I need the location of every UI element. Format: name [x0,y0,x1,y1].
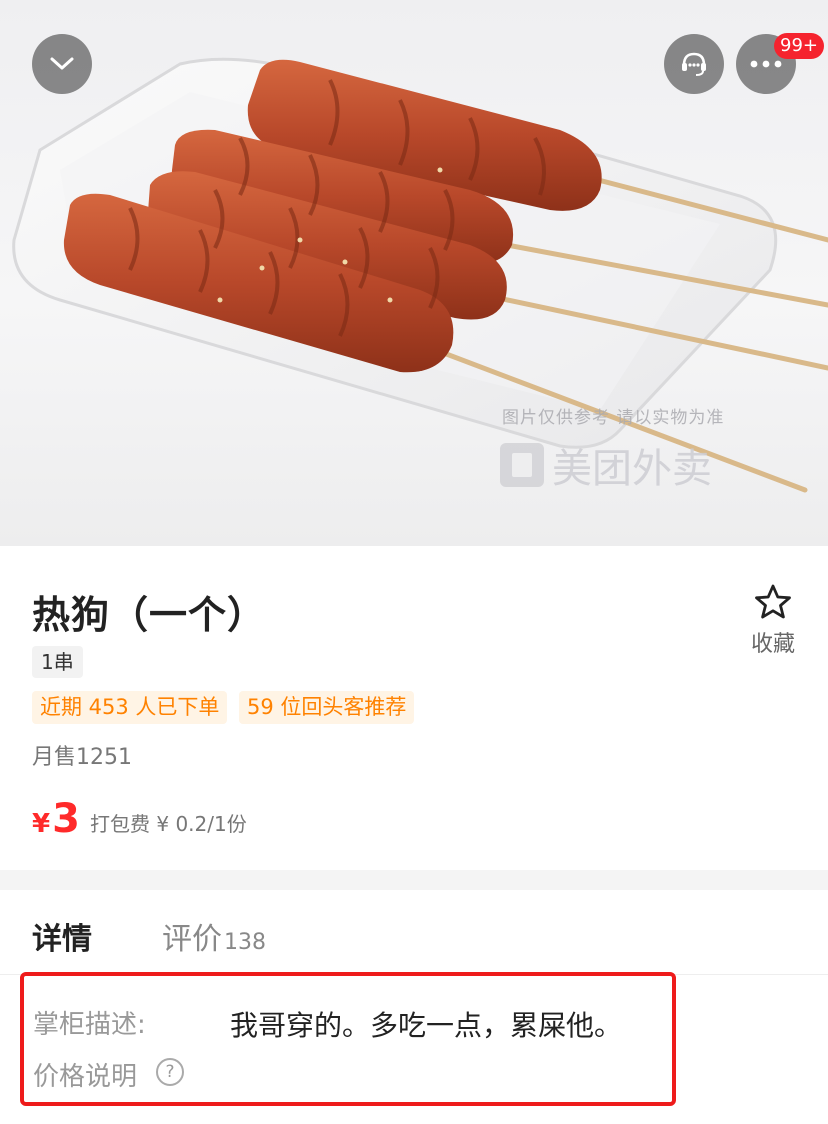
help-icon[interactable]: ? [156,1058,184,1086]
star-icon [755,584,791,619]
product-title: 热狗（一个） [32,593,267,637]
collapse-button[interactable] [32,34,92,94]
product-photo: 图片仅供参考 请以实物为准 美团外卖 99+ [0,0,828,546]
monthly-sales: 月售1251 [32,745,132,770]
tab-review-label: 评价 [162,922,222,957]
shopkeeper-description-text: 我哥穿的。多吃一点，累屎他。 [230,1009,623,1042]
watermark-brand: 美团外卖 [500,436,712,494]
price-value: 3 [52,796,80,842]
repeat-customer-tag: 59 位回头客推荐 [239,691,415,724]
notification-badge: 99+ [774,33,824,59]
watermark-disclaimer: 图片仅供参考 请以实物为准 [502,408,725,428]
tab-detail[interactable]: 详情 [32,914,92,958]
price: ¥3 [32,796,80,842]
customer-service-icon [682,52,706,76]
price-note-label: 价格说明 [33,1062,138,1092]
shopkeeper-description-label: 掌柜描述: [33,1010,146,1040]
recent-orders-tag: 近期 453 人已下单 [32,691,228,724]
price-currency: ¥ [32,809,51,839]
review-count: 138 [224,930,266,955]
more-icon [750,60,782,68]
favorite-button[interactable]: 收藏 [746,584,800,658]
chevron-down-icon [50,57,74,70]
customer-service-button[interactable] [664,34,724,94]
watermark-brand-text: 美团外卖 [552,446,712,492]
section-divider [0,870,828,890]
brand-logo-icon [500,443,544,487]
spec-tag: 1串 [32,646,83,678]
tab-review[interactable]: 评价138 [162,914,266,958]
favorite-label: 收藏 [750,632,795,657]
packing-fee: 打包费 ¥ 0.2/1份 [90,812,247,836]
